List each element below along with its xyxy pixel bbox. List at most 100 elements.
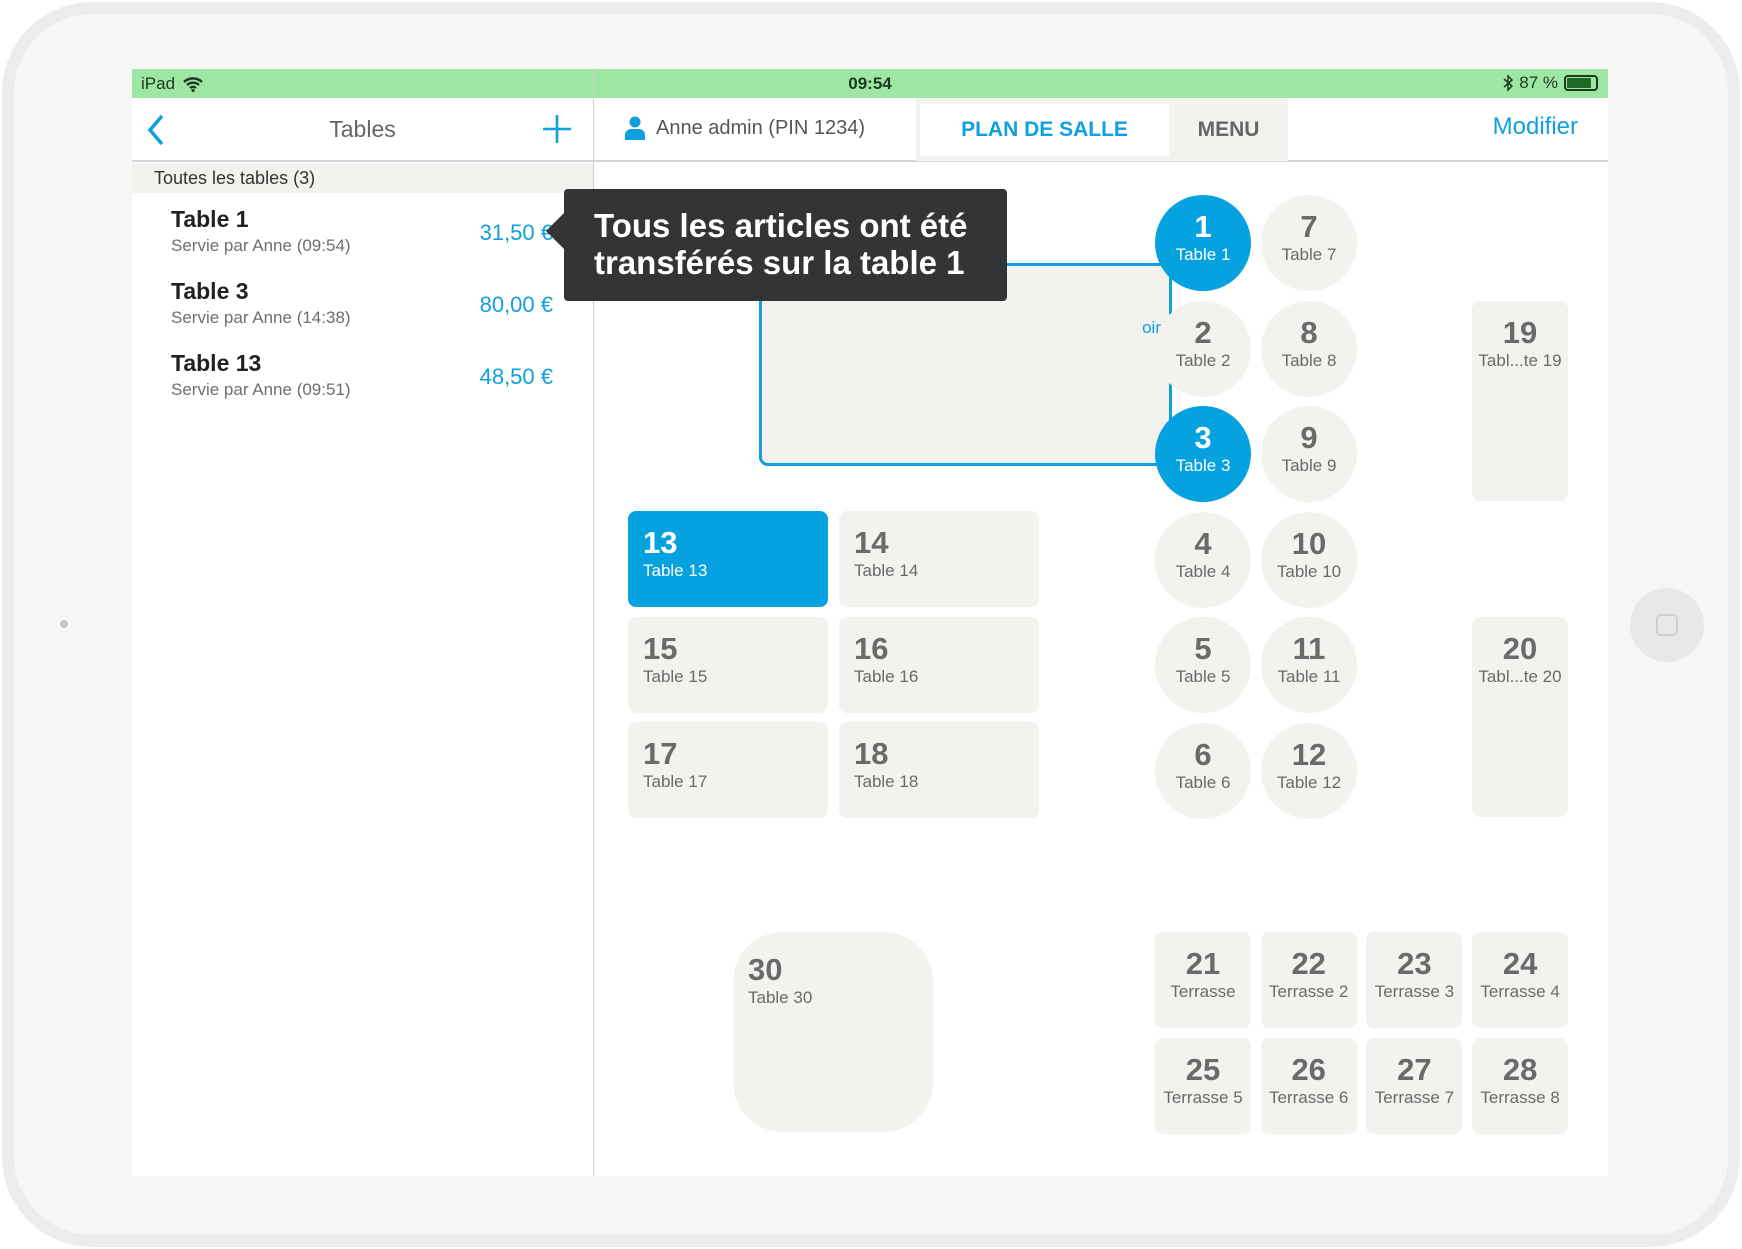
table-label: Table 4: [1175, 561, 1231, 581]
table-number: 3: [1194, 420, 1212, 455]
table-12[interactable]: 12 Table 12: [1261, 722, 1357, 819]
home-button[interactable]: [1630, 588, 1704, 662]
clock: 09:54: [848, 74, 892, 93]
table-list-item[interactable]: Table 1 Servie par Anne (09:54) 31,50 €: [132, 206, 593, 278]
table-21[interactable]: 21 Terrasse: [1155, 932, 1251, 1028]
user-name: Anne admin (PIN 1234): [656, 116, 866, 139]
table-25[interactable]: 25 Terrasse 5: [1155, 1037, 1251, 1134]
list-title: Tables: [329, 116, 396, 142]
table-19[interactable]: 19 Tabl...te 19: [1472, 301, 1568, 501]
table-label: Table 3: [1175, 456, 1231, 475]
table-23[interactable]: 23 Terrasse 3: [1366, 932, 1463, 1028]
table-server: Servie par Anne (09:51): [171, 380, 351, 399]
tab-menu[interactable]: MENU: [1169, 104, 1288, 156]
table-1[interactable]: 1 Table 1: [1155, 195, 1251, 291]
tables-list-panel: Tables Toutes les tables (3) Table 1 Ser…: [132, 98, 593, 1176]
table-30[interactable]: 30 Table 30: [733, 932, 933, 1132]
table-20[interactable]: 20 Tabl...te 20: [1472, 617, 1568, 817]
table-number: 12: [1291, 736, 1327, 772]
table-name: Table 3: [171, 278, 249, 304]
table-7[interactable]: 7 Table 7: [1261, 195, 1357, 291]
table-14[interactable]: 14 Table 14: [839, 511, 1039, 607]
table-number: 21: [1185, 946, 1221, 981]
table-label: Table 9: [1281, 456, 1337, 475]
table-number: 8: [1300, 314, 1318, 350]
table-label: Terrasse 6: [1269, 1087, 1349, 1107]
table-number: 16: [854, 630, 889, 666]
table-total: 31,50 €: [479, 220, 553, 245]
table-9[interactable]: 9 Table 9: [1261, 406, 1357, 502]
table-8[interactable]: 8 Table 8: [1261, 300, 1357, 397]
table-list-item[interactable]: Table 3 Servie par Anne (14:38) 80,00 €: [132, 278, 593, 350]
table-2[interactable]: 2 Table 2: [1155, 300, 1251, 397]
table-label: Terrasse 8: [1480, 1087, 1560, 1107]
table-4[interactable]: 4 Table 4: [1155, 511, 1251, 608]
table-24[interactable]: 24 Terrasse 4: [1472, 932, 1569, 1028]
table-13[interactable]: 13 Table 13: [628, 511, 828, 607]
table-label: Terrasse 4: [1480, 982, 1560, 1001]
table-label: Table 6: [1175, 772, 1231, 792]
add-table-icon[interactable]: [541, 112, 573, 146]
table-name: Table 13: [171, 350, 262, 376]
table-5[interactable]: 5 Table 5: [1155, 617, 1251, 713]
table-22[interactable]: 22 Terrasse 2: [1260, 932, 1357, 1028]
table-label: Terrasse 2: [1269, 982, 1349, 1001]
table-label: Tabl...te 20: [1478, 667, 1562, 686]
table-number: 24: [1502, 946, 1538, 981]
table-number: 26: [1291, 1051, 1326, 1087]
table-server: Servie par Anne (14:38): [171, 308, 351, 327]
table-label: Table 7: [1281, 245, 1337, 264]
table-label: Table 16: [854, 666, 919, 686]
edit-button[interactable]: Modifier: [1493, 113, 1578, 141]
table-26[interactable]: 26 Terrasse 6: [1260, 1037, 1357, 1134]
table-label: Terrasse 5: [1163, 1087, 1243, 1107]
floor-nav-bar: Anne admin (PIN 1234) PLAN DE SALLE MENU…: [594, 98, 1608, 162]
table-17[interactable]: 17 Table 17: [628, 722, 828, 818]
table-number: 28: [1502, 1051, 1538, 1087]
section-header: Toutes les tables (3): [132, 163, 593, 193]
table-number: 11: [1292, 631, 1326, 666]
table-15[interactable]: 15 Table 15: [628, 616, 828, 713]
user-icon: [625, 116, 645, 140]
toast-line-2: transférés sur la table 1: [594, 244, 965, 281]
table-list-item[interactable]: Table 13 Servie par Anne (09:51) 48,50 €: [132, 350, 593, 422]
toast-line-1: Tous les articles ont été: [594, 207, 968, 244]
table-number: 5: [1194, 631, 1212, 666]
tab-plan-de-salle[interactable]: PLAN DE SALLE: [920, 104, 1169, 156]
camera-dot: [60, 620, 68, 628]
table-number: 4: [1194, 525, 1212, 561]
table-number: 6: [1194, 736, 1212, 772]
table-number: 25: [1185, 1051, 1221, 1087]
table-label: Table 1: [1175, 245, 1231, 264]
table-label: Table 10: [1276, 561, 1342, 581]
table-number: 18: [854, 736, 889, 771]
table-label: Terrasse 3: [1374, 982, 1455, 1001]
table-10[interactable]: 10 Table 10: [1261, 511, 1357, 608]
table-label: Table 13: [643, 561, 708, 580]
table-number: 19: [1502, 315, 1538, 350]
table-number: 10: [1291, 525, 1327, 561]
table-number: 23: [1397, 946, 1432, 981]
table-label: Tabl...te 19: [1478, 351, 1562, 370]
table-28[interactable]: 28 Terrasse 8: [1472, 1037, 1569, 1134]
table-3[interactable]: 3 Table 3: [1155, 406, 1251, 502]
table-number: 1: [1194, 209, 1212, 244]
current-user[interactable]: Anne admin (PIN 1234): [624, 116, 865, 140]
table-11[interactable]: 11 Table 11: [1261, 617, 1357, 713]
list-nav-bar: Tables: [132, 98, 593, 162]
table-label: Terrasse: [1170, 982, 1236, 1001]
table-label: Terrasse 7: [1374, 1087, 1455, 1107]
table-6[interactable]: 6 Table 6: [1155, 722, 1251, 819]
status-bar: iPad 09:54 87 %: [132, 69, 1608, 98]
table-number: 13: [643, 525, 678, 560]
table-server: Servie par Anne (09:54): [171, 236, 351, 255]
table-label: Table 11: [1277, 667, 1341, 686]
table-27[interactable]: 27 Terrasse 7: [1366, 1037, 1463, 1134]
bluetooth-icon: [1503, 74, 1514, 92]
table-number: 27: [1397, 1051, 1432, 1087]
battery-percent: 87 %: [1519, 73, 1558, 92]
table-number: 20: [1502, 631, 1538, 666]
table-16[interactable]: 16 Table 16: [839, 616, 1039, 713]
view-tabs: PLAN DE SALLE MENU: [916, 98, 1288, 161]
table-18[interactable]: 18 Table 18: [839, 722, 1039, 818]
